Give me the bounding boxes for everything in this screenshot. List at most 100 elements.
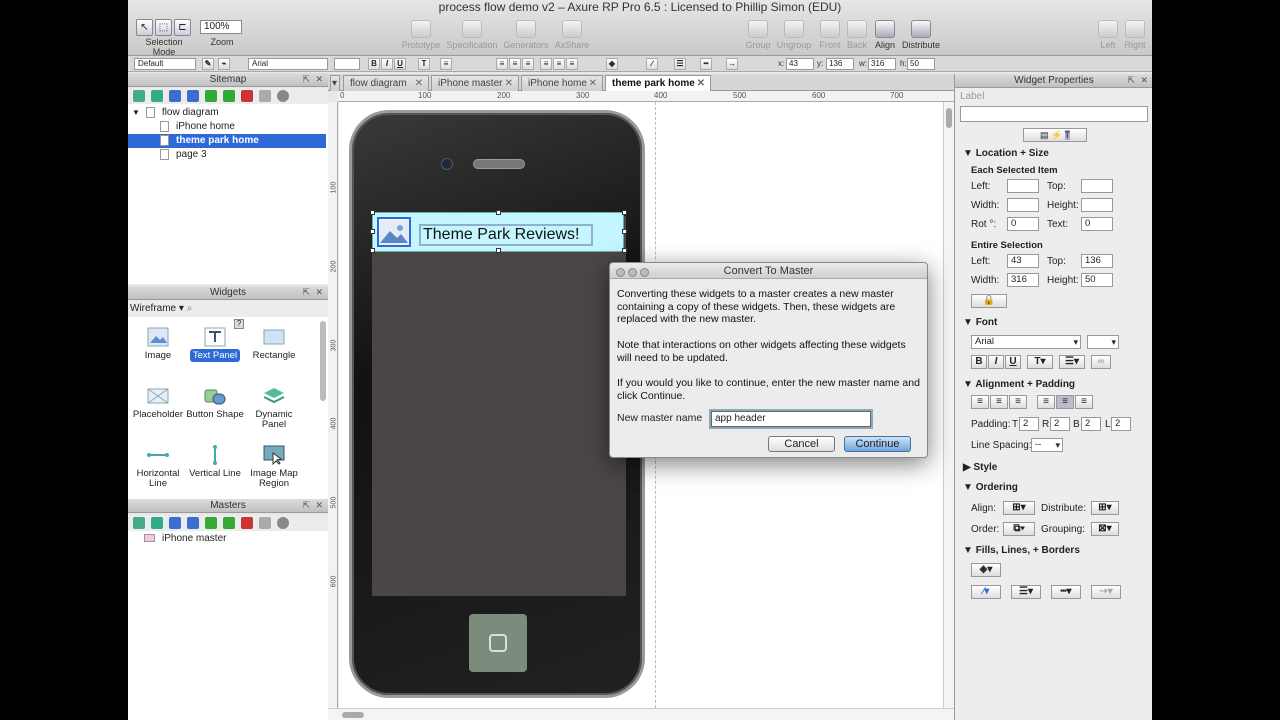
location-size-section[interactable]: ▼ Location + Size <box>963 148 1049 159</box>
valign-bottom-icon[interactable]: ≡ <box>566 58 578 70</box>
image-widget[interactable] <box>377 217 411 247</box>
w-input[interactable]: 316 <box>868 58 896 70</box>
continue-button[interactable]: Continue <box>844 436 911 452</box>
align-right-icon[interactable]: ≡ <box>1009 395 1027 409</box>
text-rotation-input[interactable]: 0 <box>1081 217 1113 231</box>
fill-color-icon[interactable]: ◈ <box>606 58 618 70</box>
close-icon[interactable]: ✕ <box>315 286 323 299</box>
disclosure-triangle-icon[interactable]: ▼ <box>132 108 140 117</box>
close-icon[interactable]: ✕ <box>697 76 705 91</box>
padding-right-input[interactable]: 2 <box>1050 417 1070 431</box>
padding-top-input[interactable]: 2 <box>1019 417 1039 431</box>
resize-handle[interactable] <box>496 248 501 253</box>
move-down-icon[interactable] <box>187 517 199 529</box>
top-input[interactable] <box>1081 179 1113 193</box>
rotation-input[interactable]: 0 <box>1007 217 1039 231</box>
specification-button[interactable]: Specification <box>442 20 502 50</box>
valign-middle-icon[interactable]: ≡ <box>1056 395 1074 409</box>
fills-lines-borders-section[interactable]: ▼ Fills, Lines, + Borders <box>963 545 1080 556</box>
close-dot-icon[interactable] <box>616 268 625 277</box>
line-style-icon[interactable]: ┅ <box>700 58 712 70</box>
new-master-name-input[interactable]: app header <box>711 411 871 427</box>
width-input[interactable] <box>1007 198 1039 212</box>
master-item-iphone-master[interactable]: iPhone master <box>128 532 328 546</box>
valign-top-icon[interactable]: ≡ <box>1037 395 1055 409</box>
label-input[interactable] <box>960 106 1148 122</box>
align-left-icon[interactable]: ≡ <box>496 58 508 70</box>
add-folder-icon[interactable] <box>151 517 163 529</box>
interactions-tab-icon[interactable]: ⚡ <box>1051 130 1062 140</box>
sitemap-item-iphone-home[interactable]: iPhone home <box>128 120 328 134</box>
resize-handle[interactable] <box>370 229 375 234</box>
select-intersected-icon[interactable]: ↖ <box>136 19 153 36</box>
underline-button[interactable]: U <box>1005 355 1021 369</box>
line-spacing-select[interactable]: -- <box>1031 438 1063 452</box>
move-down-icon[interactable] <box>187 90 199 102</box>
search-icon[interactable] <box>277 517 289 529</box>
style-section[interactable]: ▶ Style <box>963 462 997 473</box>
style-edit-icon[interactable]: ✎ <box>202 58 214 70</box>
resize-handle[interactable] <box>496 210 501 215</box>
edit-icon[interactable] <box>259 90 271 102</box>
italic-button[interactable]: I <box>381 58 393 70</box>
text-color-icon[interactable]: T <box>418 58 430 70</box>
font-section[interactable]: ▼ Font <box>963 317 997 328</box>
close-icon[interactable]: ✕ <box>1140 74 1148 87</box>
fill-color-icon[interactable]: ◈▾ <box>971 563 1001 577</box>
line-style-icon[interactable]: ┅▾ <box>1051 585 1081 599</box>
close-icon[interactable]: ✕ <box>505 76 513 91</box>
select-contained-icon[interactable]: ⬚ <box>155 19 172 36</box>
sitemap-item-page-3[interactable]: page 3 <box>128 148 328 162</box>
sel-left-input[interactable]: 43 <box>1007 254 1039 268</box>
y-input[interactable]: 136 <box>826 58 854 70</box>
underline-button[interactable]: U <box>394 58 406 70</box>
resize-handle[interactable] <box>622 210 627 215</box>
add-child-icon[interactable] <box>151 90 163 102</box>
cancel-button[interactable]: Cancel <box>768 436 835 452</box>
connector-mode-icon[interactable]: ⊏ <box>174 19 191 36</box>
close-icon[interactable]: ✕ <box>315 73 323 86</box>
close-icon[interactable]: ✕ <box>415 76 423 91</box>
indent-icon[interactable] <box>205 517 217 529</box>
pin-icon[interactable]: ⇱ <box>302 499 310 512</box>
font-size-select[interactable] <box>334 58 360 70</box>
sel-height-input[interactable]: 50 <box>1081 273 1113 287</box>
tab-list-icon[interactable]: ▾ <box>330 75 340 91</box>
add-page-icon[interactable] <box>133 90 145 102</box>
properties-tab-group[interactable]: ▤ ⚡ T <box>1023 128 1087 142</box>
tab-theme-park-home[interactable]: theme park home ✕ <box>605 75 711 91</box>
widget-text-panel[interactable]: Text Panel <box>185 327 245 362</box>
font-size-select[interactable] <box>1087 335 1119 349</box>
close-icon[interactable]: ✕ <box>315 499 323 512</box>
resize-handle[interactable] <box>622 248 627 253</box>
zoom-select[interactable]: 100% <box>200 20 242 34</box>
ordering-section[interactable]: ▼ Ordering <box>963 482 1018 493</box>
left-input[interactable] <box>1007 179 1039 193</box>
order-menu-icon[interactable]: ⧉▾ <box>1003 522 1035 536</box>
valign-middle-icon[interactable]: ≡ <box>553 58 565 70</box>
grouping-menu-icon[interactable]: ⊠▾ <box>1091 522 1119 536</box>
delete-icon[interactable] <box>241 90 253 102</box>
help-icon[interactable]: ? <box>234 319 244 329</box>
canvas-horizontal-scrollbar[interactable] <box>328 708 954 720</box>
scroll-thumb[interactable] <box>342 712 364 718</box>
pin-icon[interactable]: ⇱ <box>302 73 310 86</box>
valign-top-icon[interactable]: ≡ <box>540 58 552 70</box>
widget-rectangle[interactable]: Rectangle <box>244 327 304 361</box>
padding-left-input[interactable]: 2 <box>1111 417 1131 431</box>
widget-image[interactable]: Image <box>128 327 188 361</box>
line-width-icon[interactable]: ☰ <box>674 58 686 70</box>
valign-bottom-icon[interactable]: ≡ <box>1075 395 1093 409</box>
app-header-widget-group[interactable]: Theme Park Reviews! <box>372 212 624 252</box>
align-menu-icon[interactable]: ⊞▾ <box>1003 501 1035 515</box>
widgets-scrollbar[interactable] <box>320 321 326 401</box>
bold-button[interactable]: B <box>368 58 380 70</box>
widget-library-select[interactable]: Wireframe ▾ ⌕ <box>128 301 328 317</box>
x-input[interactable]: 43 <box>786 58 814 70</box>
bullets-icon[interactable]: ☰▾ <box>1059 355 1085 369</box>
search-icon[interactable] <box>277 90 289 102</box>
tab-flow-diagram[interactable]: flow diagram ✕ <box>343 75 429 91</box>
padding-bottom-input[interactable]: 2 <box>1081 417 1101 431</box>
alignment-padding-section[interactable]: ▼ Alignment + Padding <box>963 379 1075 390</box>
line-width-icon[interactable]: ☰▾ <box>1011 585 1041 599</box>
